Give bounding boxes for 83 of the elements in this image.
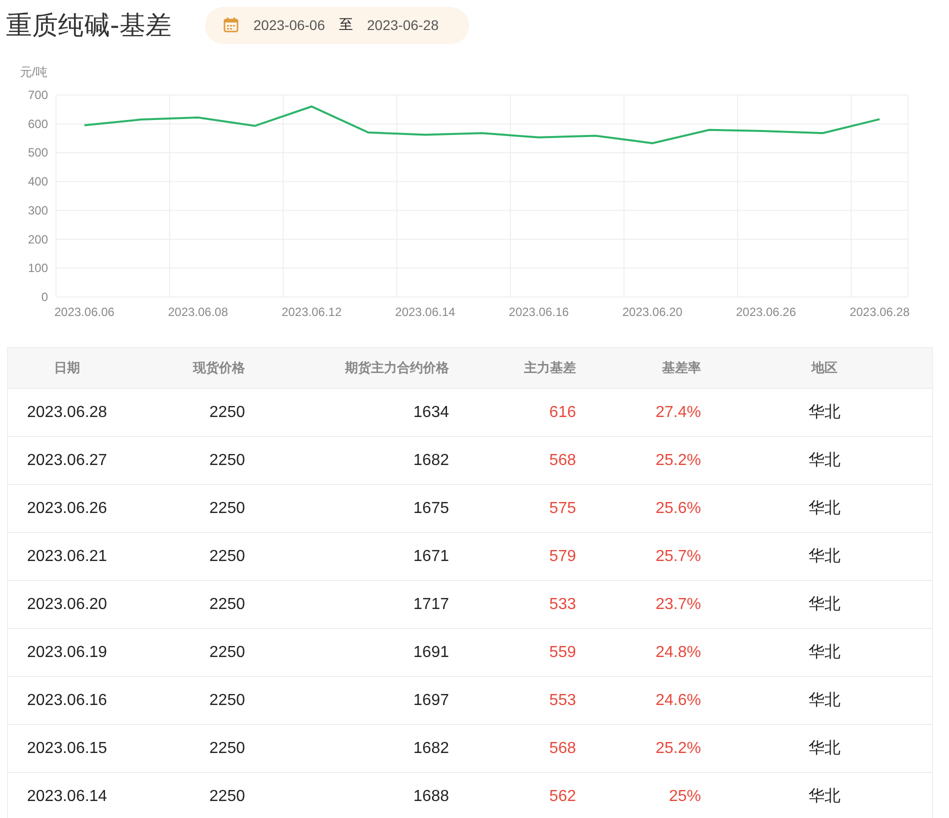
- y-tick-label: 500: [28, 146, 48, 160]
- table-cell-text: 1675: [413, 500, 450, 518]
- table-cell-text: 2023.06.19: [26, 644, 108, 662]
- table-cell-text: 27.4%: [656, 404, 702, 422]
- table-cell-text: 25%: [668, 788, 702, 806]
- column-header: 主力基差: [524, 359, 577, 377]
- x-tick-label: 2023.06.14: [395, 305, 456, 319]
- table-cell-text: 25.2%: [656, 740, 702, 758]
- table-cell-text: 1688: [413, 788, 450, 806]
- table-cell-text: 2023.06.27: [26, 452, 108, 470]
- table-cell-text: 1634: [413, 404, 450, 422]
- table-cell-text: 华北: [808, 546, 840, 567]
- table-cell-text: 575: [549, 500, 577, 518]
- table-cell-text: 2023.06.28: [26, 404, 108, 422]
- table-cell-text: 2250: [209, 500, 246, 518]
- table-cell-text: 559: [549, 644, 577, 662]
- table-cell-text: 24.8%: [656, 644, 702, 662]
- table-cell-text: 25.7%: [656, 548, 702, 566]
- column-header: 地区: [812, 359, 838, 377]
- table-cell-text: 562: [549, 788, 577, 806]
- table-cell-text: 2023.06.16: [26, 692, 108, 710]
- end-date: 2023-06-28: [367, 17, 439, 33]
- x-tick-label: 2023.06.28: [850, 305, 910, 319]
- table-cell-text: 568: [549, 452, 577, 470]
- table-cell-text: 533: [549, 596, 577, 614]
- table-cell-text: 23.7%: [656, 596, 702, 614]
- table-cell-text: 华北: [808, 402, 840, 423]
- y-tick-label: 200: [28, 232, 48, 246]
- table-cell-text: 1697: [413, 692, 450, 710]
- column-header: 期货主力合约价格: [345, 359, 450, 377]
- x-tick-label: 2023.06.26: [736, 305, 796, 319]
- table-cell-text: 568: [549, 740, 577, 758]
- table-cell-text: 华北: [808, 594, 840, 615]
- table-cell-text: 25.2%: [656, 452, 702, 470]
- table-cell-text: 2250: [209, 404, 246, 422]
- table-cell-text: 2250: [209, 692, 246, 710]
- x-tick-label: 2023.06.12: [282, 305, 342, 319]
- table-cell-text: 24.6%: [656, 692, 702, 710]
- table-cell-text: 2023.06.26: [26, 500, 108, 518]
- y-tick-label: 300: [28, 203, 48, 218]
- column-header: 现货价格: [193, 359, 246, 377]
- table-cell-text: 2023.06.21: [26, 548, 108, 566]
- column-header: 基差率: [662, 359, 702, 377]
- calendar-icon: [223, 17, 240, 33]
- y-tick-label: 100: [28, 261, 48, 276]
- table-cell-text: 华北: [808, 642, 840, 663]
- table-cell-text: 553: [549, 692, 577, 710]
- table-cell-text: 616: [549, 404, 577, 422]
- x-tick-label: 2023.06.20: [622, 305, 682, 319]
- table-cell-text: 2250: [209, 644, 246, 662]
- x-tick-label: 2023.06.16: [508, 305, 569, 319]
- table-cell-text: 2250: [209, 740, 246, 758]
- start-date: 2023-06-06: [253, 17, 326, 33]
- table-cell-text: 25.6%: [656, 500, 702, 518]
- y-tick-label: 400: [28, 174, 48, 189]
- table-cell-text: 2023.06.15: [26, 740, 108, 758]
- table-cell-text: 2250: [209, 788, 246, 806]
- range-separator: 至: [339, 16, 354, 34]
- y-tick-label: 600: [28, 116, 48, 131]
- date-range-picker[interactable]: 2023-06-06 至 2023-06-28: [205, 6, 469, 44]
- table-cell-text: 华北: [808, 786, 840, 807]
- table-cell-text: 1682: [413, 452, 450, 470]
- table-cell-text: 2023.06.14: [26, 788, 108, 806]
- table-cell-text: 2250: [209, 596, 246, 614]
- x-tick-label: 2023.06.06: [54, 305, 114, 319]
- table-cell-text: 华北: [808, 498, 840, 519]
- table-cell-text: 1717: [413, 596, 450, 614]
- table-cell-text: 2250: [209, 452, 246, 470]
- table-cell-text: 华北: [808, 690, 840, 711]
- table-cell-text: 2023.06.20: [26, 596, 108, 614]
- column-header: 日期: [53, 359, 80, 377]
- y-tick-label: 700: [28, 88, 48, 102]
- table-cell-text: 1691: [413, 644, 450, 662]
- table-cell-text: 579: [549, 548, 577, 566]
- table-cell-text: 1682: [413, 740, 450, 758]
- page-title: 重质纯碱-基差: [6, 10, 172, 42]
- table-cell-text: 华北: [808, 450, 840, 471]
- table-cell-text: 2250: [209, 548, 246, 566]
- table-cell-text: 华北: [808, 738, 840, 759]
- y-tick-label: 0: [41, 290, 48, 304]
- y-axis-unit: 元/吨: [20, 65, 48, 79]
- table-cell-text: 1671: [413, 548, 450, 566]
- x-tick-label: 2023.06.08: [168, 305, 228, 319]
